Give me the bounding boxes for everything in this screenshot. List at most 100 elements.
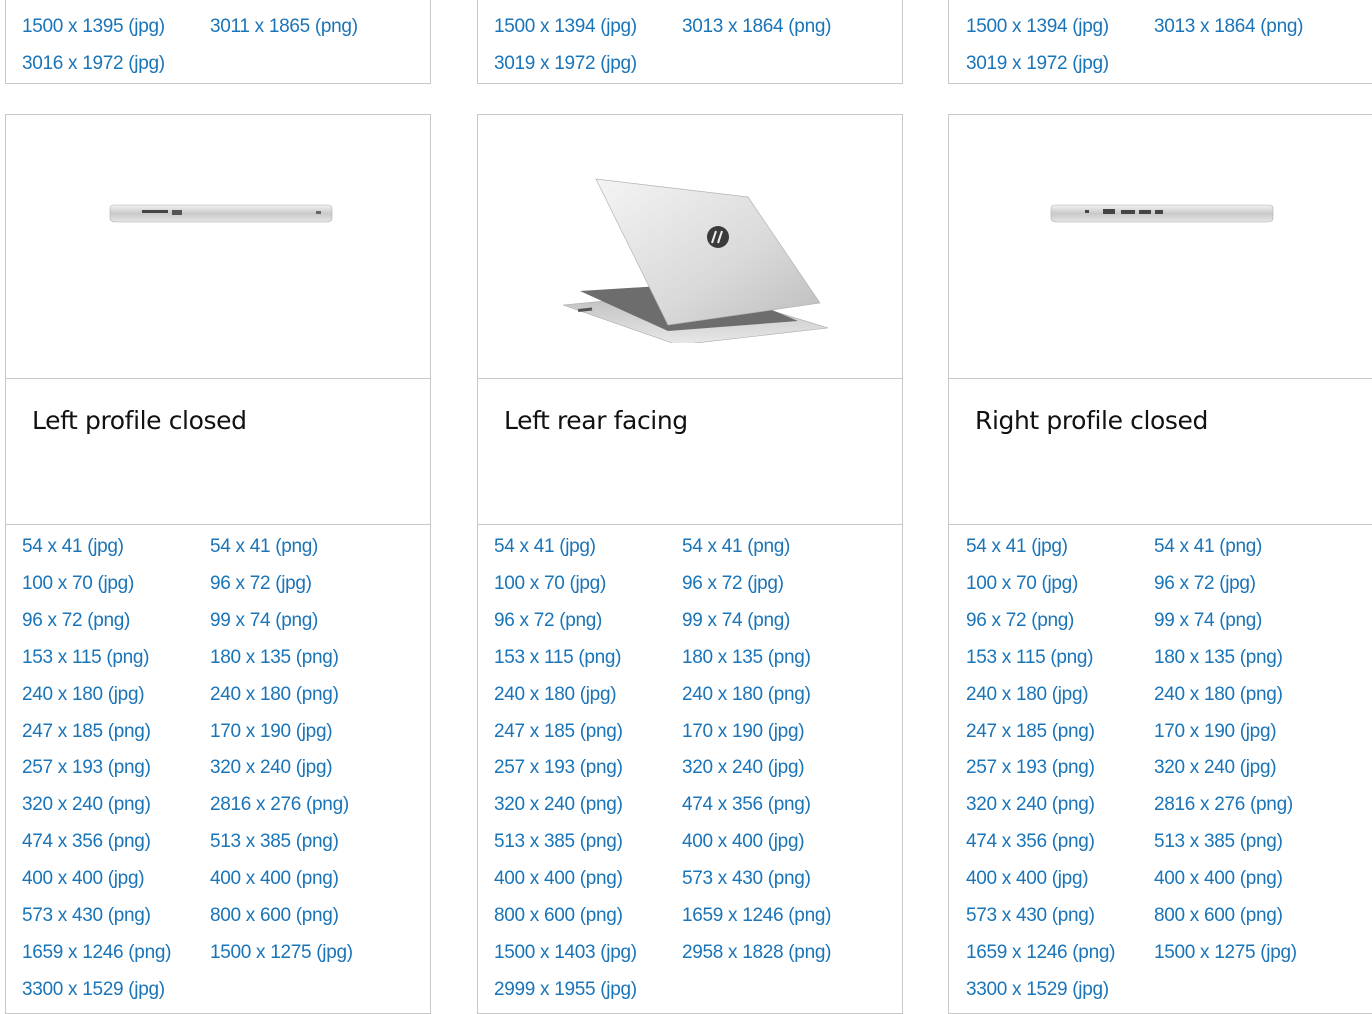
download-link[interactable]: 474 x 356 (png) bbox=[22, 830, 151, 854]
download-link[interactable]: 474 x 356 (png) bbox=[966, 830, 1095, 854]
image-area[interactable] bbox=[949, 115, 1372, 379]
download-link[interactable]: 153 x 115 (png) bbox=[966, 646, 1093, 670]
download-link[interactable]: 1500 x 1394 (jpg) bbox=[494, 15, 637, 39]
download-link[interactable]: 3013 x 1864 (png) bbox=[1154, 15, 1303, 39]
download-link[interactable]: 2816 x 276 (png) bbox=[1154, 793, 1293, 817]
title-area: Right profile closed bbox=[949, 378, 1372, 525]
download-link[interactable]: 100 x 70 (jpg) bbox=[966, 572, 1078, 596]
download-link[interactable]: 247 x 185 (png) bbox=[494, 720, 623, 744]
top-card-2: 1500 x 1394 (jpg) 3013 x 1864 (png) 3019… bbox=[477, 0, 903, 84]
download-link[interactable]: 3019 x 1972 (jpg) bbox=[494, 52, 637, 76]
download-link[interactable]: 320 x 240 (jpg) bbox=[682, 756, 805, 780]
download-link[interactable]: 400 x 400 (jpg) bbox=[22, 867, 145, 891]
download-link[interactable]: 240 x 180 (jpg) bbox=[966, 683, 1089, 707]
top-card-1: 1500 x 1395 (jpg) 3011 x 1865 (png) 3016… bbox=[5, 0, 431, 84]
download-link[interactable]: 1500 x 1403 (jpg) bbox=[494, 941, 637, 965]
download-link[interactable]: 257 x 193 (png) bbox=[494, 756, 623, 780]
download-link[interactable]: 247 x 185 (png) bbox=[966, 720, 1095, 744]
image-area[interactable] bbox=[6, 115, 430, 379]
download-link[interactable]: 800 x 600 (png) bbox=[494, 904, 623, 928]
download-link[interactable]: 320 x 240 (png) bbox=[966, 793, 1095, 817]
download-link[interactable]: 1659 x 1246 (png) bbox=[966, 941, 1115, 965]
download-link[interactable]: 573 x 430 (png) bbox=[966, 904, 1095, 928]
download-link[interactable]: 320 x 240 (png) bbox=[494, 793, 623, 817]
download-link[interactable]: 170 x 190 (jpg) bbox=[1154, 720, 1277, 744]
download-link[interactable]: 153 x 115 (png) bbox=[494, 646, 621, 670]
download-link[interactable]: 400 x 400 (png) bbox=[494, 867, 623, 891]
download-link[interactable]: 240 x 180 (jpg) bbox=[22, 683, 145, 707]
download-link[interactable]: 1659 x 1246 (png) bbox=[22, 941, 171, 965]
download-link[interactable]: 180 x 135 (png) bbox=[1154, 646, 1283, 670]
download-link[interactable]: 96 x 72 (jpg) bbox=[682, 572, 784, 596]
download-link[interactable]: 400 x 400 (png) bbox=[1154, 867, 1283, 891]
download-link[interactable]: 800 x 600 (png) bbox=[1154, 904, 1283, 928]
top-card-3: 1500 x 1394 (jpg) 3013 x 1864 (png) 3019… bbox=[948, 0, 1372, 84]
download-link[interactable]: 170 x 190 (jpg) bbox=[210, 720, 333, 744]
download-link[interactable]: 320 x 240 (png) bbox=[22, 793, 151, 817]
download-link[interactable]: 3300 x 1529 (jpg) bbox=[966, 978, 1109, 1002]
download-link[interactable]: 1659 x 1246 (png) bbox=[682, 904, 831, 928]
download-link[interactable]: 96 x 72 (jpg) bbox=[210, 572, 312, 596]
laptop-right-profile-image[interactable] bbox=[1047, 200, 1277, 230]
download-link[interactable]: 54 x 41 (jpg) bbox=[966, 535, 1068, 559]
download-link[interactable]: 3019 x 1972 (jpg) bbox=[966, 52, 1109, 76]
download-link[interactable]: 1500 x 1395 (jpg) bbox=[22, 15, 165, 39]
download-link[interactable]: 257 x 193 (png) bbox=[22, 756, 151, 780]
download-link[interactable]: 513 x 385 (png) bbox=[494, 830, 623, 854]
download-link[interactable]: 573 x 430 (png) bbox=[22, 904, 151, 928]
download-link[interactable]: 54 x 41 (png) bbox=[1154, 535, 1262, 559]
download-link[interactable]: 100 x 70 (jpg) bbox=[22, 572, 134, 596]
download-link[interactable]: 54 x 41 (png) bbox=[682, 535, 790, 559]
download-link[interactable]: 3016 x 1972 (jpg) bbox=[22, 52, 165, 76]
download-link[interactable]: 170 x 190 (jpg) bbox=[682, 720, 805, 744]
image-card-left-profile: Left profile closed 54 x 41 (jpg) 54 x 41… bbox=[5, 114, 431, 1014]
download-link[interactable]: 54 x 41 (png) bbox=[210, 535, 318, 559]
download-link[interactable]: 320 x 240 (jpg) bbox=[210, 756, 333, 780]
download-link[interactable]: 96 x 72 (png) bbox=[966, 609, 1074, 633]
download-link[interactable]: 3011 x 1865 (png) bbox=[210, 15, 358, 39]
laptop-left-profile-image[interactable] bbox=[106, 200, 336, 230]
download-link[interactable]: 2816 x 276 (png) bbox=[210, 793, 349, 817]
download-link[interactable]: 2999 x 1955 (jpg) bbox=[494, 978, 637, 1002]
laptop-rear-image[interactable] bbox=[558, 173, 828, 343]
download-link[interactable]: 800 x 600 (png) bbox=[210, 904, 339, 928]
download-link[interactable]: 513 x 385 (png) bbox=[1154, 830, 1283, 854]
download-link[interactable]: 400 x 400 (png) bbox=[210, 867, 339, 891]
download-link[interactable]: 247 x 185 (png) bbox=[22, 720, 151, 744]
download-link[interactable]: 1500 x 1394 (jpg) bbox=[966, 15, 1109, 39]
download-link[interactable]: 257 x 193 (png) bbox=[966, 756, 1095, 780]
download-link[interactable]: 99 x 74 (png) bbox=[1154, 609, 1262, 633]
image-title: Right profile closed bbox=[975, 406, 1208, 435]
download-link[interactable]: 240 x 180 (png) bbox=[210, 683, 339, 707]
download-link[interactable]: 3300 x 1529 (jpg) bbox=[22, 978, 165, 1002]
download-link[interactable]: 1500 x 1275 (jpg) bbox=[1154, 941, 1297, 965]
image-title: Left rear facing bbox=[504, 406, 688, 435]
image-card-right-profile: Right profile closed 54 x 41 (jpg) 54 x 4… bbox=[948, 114, 1372, 1014]
download-link[interactable]: 54 x 41 (jpg) bbox=[494, 535, 596, 559]
download-link[interactable]: 400 x 400 (jpg) bbox=[966, 867, 1089, 891]
download-link[interactable]: 99 x 74 (png) bbox=[682, 609, 790, 633]
image-area[interactable] bbox=[478, 115, 902, 379]
download-link[interactable]: 513 x 385 (png) bbox=[210, 830, 339, 854]
image-title: Left profile closed bbox=[32, 406, 247, 435]
download-link[interactable]: 1500 x 1275 (jpg) bbox=[210, 941, 353, 965]
download-link[interactable]: 240 x 180 (jpg) bbox=[494, 683, 617, 707]
download-link[interactable]: 474 x 356 (png) bbox=[682, 793, 811, 817]
download-link[interactable]: 100 x 70 (jpg) bbox=[494, 572, 606, 596]
download-link[interactable]: 240 x 180 (png) bbox=[1154, 683, 1283, 707]
title-area: Left rear facing bbox=[478, 378, 902, 525]
download-link[interactable]: 99 x 74 (png) bbox=[210, 609, 318, 633]
download-link[interactable]: 3013 x 1864 (png) bbox=[682, 15, 831, 39]
download-link[interactable]: 96 x 72 (jpg) bbox=[1154, 572, 1256, 596]
download-link[interactable]: 2958 x 1828 (png) bbox=[682, 941, 831, 965]
download-link[interactable]: 573 x 430 (png) bbox=[682, 867, 811, 891]
download-link[interactable]: 153 x 115 (png) bbox=[22, 646, 149, 670]
download-link[interactable]: 180 x 135 (png) bbox=[210, 646, 339, 670]
download-link[interactable]: 96 x 72 (png) bbox=[494, 609, 602, 633]
download-link[interactable]: 180 x 135 (png) bbox=[682, 646, 811, 670]
download-link[interactable]: 240 x 180 (png) bbox=[682, 683, 811, 707]
download-link[interactable]: 320 x 240 (jpg) bbox=[1154, 756, 1277, 780]
download-link[interactable]: 400 x 400 (jpg) bbox=[682, 830, 805, 854]
download-link[interactable]: 96 x 72 (png) bbox=[22, 609, 130, 633]
download-link[interactable]: 54 x 41 (jpg) bbox=[22, 535, 124, 559]
